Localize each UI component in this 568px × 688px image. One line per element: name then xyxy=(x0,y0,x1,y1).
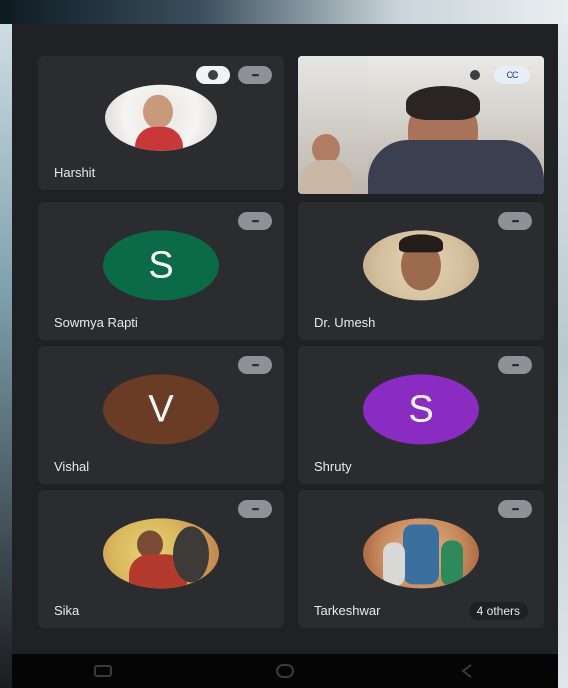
recents-button[interactable] xyxy=(73,659,133,683)
avatar xyxy=(105,84,217,151)
pin-button[interactable] xyxy=(196,66,230,84)
mic-off-icon: ▪▪▪ xyxy=(498,500,532,518)
avatar xyxy=(103,518,219,589)
participant-name: Vishal xyxy=(54,459,90,474)
left-bezel xyxy=(0,24,12,688)
participant-name: Dr. Umesh xyxy=(314,315,376,330)
mic-off-icon: ▪▪▪ xyxy=(238,500,272,518)
avatar: S xyxy=(363,374,479,445)
pin-icon xyxy=(208,70,218,80)
pin-icon[interactable] xyxy=(470,70,480,80)
participant-name: Sowmya Rapti xyxy=(54,315,138,330)
participant-tile-umesh[interactable]: ▪▪▪ Dr. Umesh xyxy=(298,202,544,340)
others-count-badge[interactable]: 4 others xyxy=(468,602,528,620)
participant-tile-shruty[interactable]: ▪▪▪ S Shruty xyxy=(298,346,544,484)
mic-off-icon: ▪▪▪ xyxy=(238,356,272,374)
participant-name: Shruty xyxy=(314,459,352,474)
participant-name: Harshit xyxy=(54,165,96,180)
top-bezel xyxy=(0,0,568,24)
mic-off-icon: ▪▪▪ xyxy=(498,356,532,374)
mic-off-icon: ▪▪▪ xyxy=(238,212,272,230)
participant-name: Sika xyxy=(54,603,80,618)
participant-name: Tarkeshwar xyxy=(314,603,381,618)
back-icon xyxy=(461,664,472,678)
participant-tile-sowmya[interactable]: ▪▪▪ S Sowmya Rapti xyxy=(38,202,284,340)
avatar xyxy=(363,230,479,301)
avatar: S xyxy=(103,230,219,301)
recents-icon xyxy=(94,665,112,677)
right-bezel xyxy=(558,24,568,688)
participant-tile-harshit[interactable]: ▪▪▪ Harshit xyxy=(38,56,284,190)
mic-off-icon: ▪▪▪ xyxy=(238,66,272,84)
home-icon xyxy=(276,664,294,678)
avatar xyxy=(363,518,479,589)
participant-tile-tarkeshwar[interactable]: ▪▪▪ Tarkeshwar 4 others xyxy=(298,490,544,628)
mic-off-icon: ▪▪▪ xyxy=(498,212,532,230)
participant-tile-sika[interactable]: ▪▪▪ Sika xyxy=(38,490,284,628)
home-button[interactable] xyxy=(255,659,315,683)
back-button[interactable] xyxy=(437,659,497,683)
participant-video-tile[interactable]: CC xyxy=(298,56,544,194)
avatar: V xyxy=(103,374,219,445)
meeting-grid: ▪▪▪ Harshit CC ▪▪▪ S Sowmya Rapti ▪▪▪ Dr… xyxy=(12,24,558,654)
participant-tile-vishal[interactable]: ▪▪▪ V Vishal xyxy=(38,346,284,484)
cc-icon[interactable]: CC xyxy=(494,66,530,84)
system-nav-bar xyxy=(12,654,558,688)
